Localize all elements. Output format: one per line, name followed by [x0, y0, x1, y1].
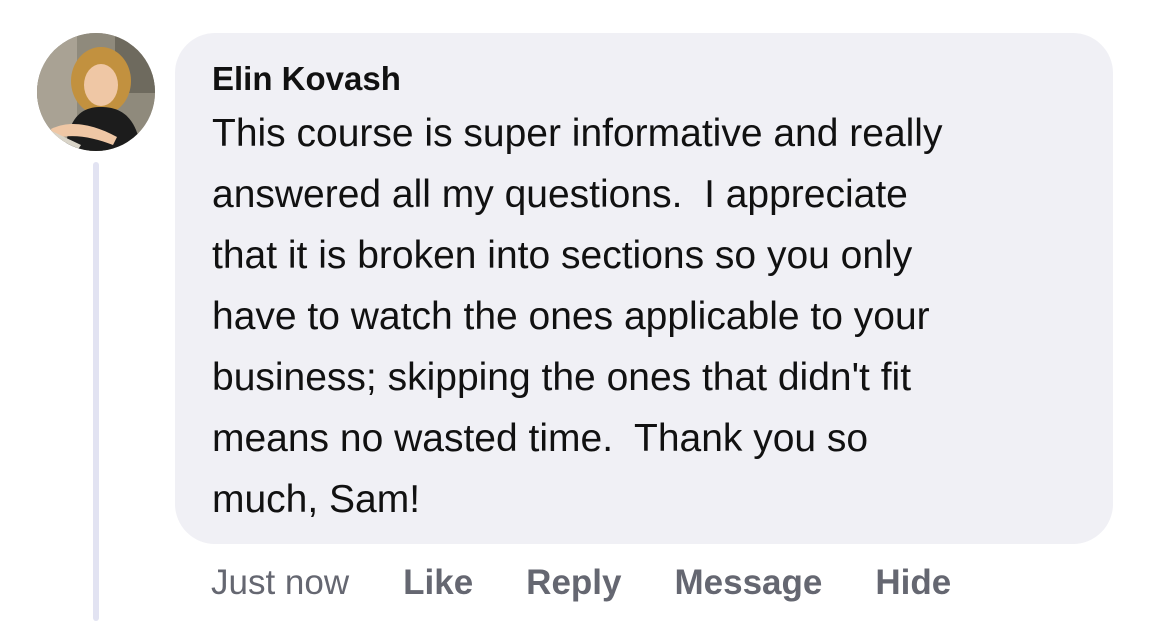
- comment-timestamp[interactable]: Just now: [211, 563, 349, 603]
- reply-thread-line: [93, 162, 99, 621]
- comment-bubble: Elin Kovash This course is super informa…: [175, 33, 1113, 544]
- like-button[interactable]: Like: [403, 563, 473, 603]
- comment-actions: Just now Like Reply Message Hide: [211, 558, 951, 608]
- avatar-photo: [37, 33, 155, 151]
- hide-button[interactable]: Hide: [875, 563, 951, 603]
- comment-text: This course is super informative and rea…: [212, 112, 943, 521]
- reply-button[interactable]: Reply: [526, 563, 621, 603]
- avatar[interactable]: [37, 33, 155, 151]
- message-button[interactable]: Message: [674, 563, 822, 603]
- comment-author[interactable]: Elin Kovash: [212, 59, 1083, 99]
